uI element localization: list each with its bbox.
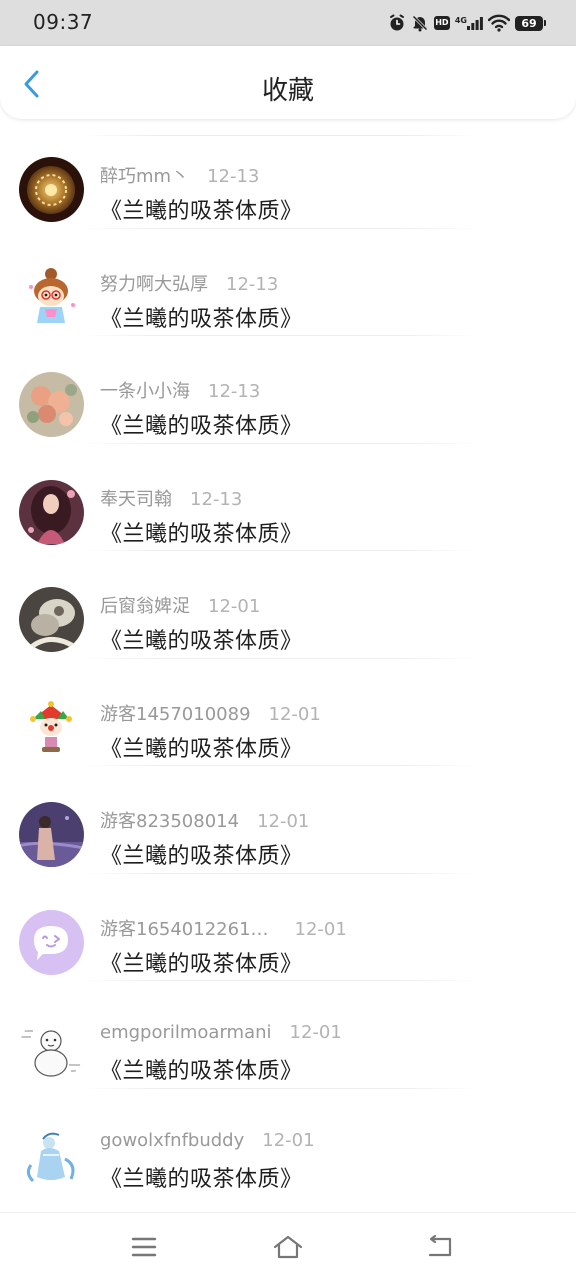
battery-icon: 69 <box>515 15 546 31</box>
page-title: 收藏 <box>261 76 314 106</box>
item-date: 12-01 <box>257 811 310 832</box>
username-text: 醉巧mm丶 <box>100 166 190 187</box>
list-item[interactable]: gowolxfnfbuddy 12-01 《兰曦的吸茶体质》 <box>0 1088 576 1196</box>
avatar[interactable] <box>19 694 84 760</box>
avatar[interactable] <box>19 1017 84 1082</box>
avatar[interactable] <box>19 1124 84 1190</box>
item-date: 12-13 <box>190 488 243 510</box>
avatar[interactable] <box>19 372 84 437</box>
item-date: 12-01 <box>294 918 347 940</box>
network-type: 4G <box>454 16 467 25</box>
status-icons: HD 4G 69 <box>388 11 546 35</box>
username: 奉天司翰 12-13 <box>100 485 242 511</box>
item-title[interactable]: 《兰曦的吸茶体质》 <box>100 193 303 225</box>
item-title[interactable]: 《兰曦的吸茶体质》 <box>100 301 303 333</box>
list-item[interactable]: 后窗翁婢浞 12-01 《兰曦的吸茶体质》 <box>0 550 576 659</box>
signal-icon: 4G <box>455 16 483 30</box>
username: 游客1457010089 12-01 <box>100 700 321 726</box>
mute-icon <box>411 14 429 32</box>
username: 努力啊大弘厚 12-13 <box>100 270 278 296</box>
home-button[interactable] <box>268 1231 308 1263</box>
status-bar: 09:37 HD 4G 69 <box>0 0 576 46</box>
item-title[interactable]: 《兰曦的吸茶体质》 <box>100 731 303 763</box>
alarm-icon <box>388 14 406 32</box>
username: 游客823508014 12-01 <box>100 807 309 833</box>
wifi-icon <box>488 14 510 32</box>
item-date: 12-13 <box>208 381 261 402</box>
item-date: 12-13 <box>226 273 279 295</box>
item-title[interactable]: 《兰曦的吸茶体质》 <box>100 1053 303 1085</box>
back-nav-button[interactable] <box>420 1231 460 1263</box>
username-text: emgporilmoarmani <box>100 1022 272 1043</box>
battery-level: 69 <box>515 15 543 31</box>
home-icon <box>273 1235 303 1259</box>
list-item[interactable]: 奉天司翰 12-13 《兰曦的吸茶体质》 <box>0 443 576 551</box>
item-date: 12-01 <box>208 596 261 617</box>
username-text: 后窗翁婢浞 <box>100 596 190 617</box>
username: 后窗翁婢浞 12-01 <box>100 592 260 618</box>
list-item[interactable]: 游客823508014 12-01 《兰曦的吸茶体质》 <box>0 765 576 874</box>
navigation-bar <box>0 1212 576 1281</box>
avatar[interactable] <box>19 587 84 652</box>
username: 醉巧mm丶 12-13 <box>100 162 259 188</box>
menu-icon <box>131 1237 157 1257</box>
hd-icon: HD <box>433 16 450 30</box>
item-title[interactable]: 《兰曦的吸茶体质》 <box>100 1161 303 1193</box>
menu-button[interactable] <box>124 1231 164 1263</box>
avatar[interactable] <box>19 802 84 867</box>
avatar[interactable] <box>19 264 84 330</box>
username-text: 努力啊大弘厚 <box>100 273 208 295</box>
header: 收藏 <box>0 46 576 119</box>
item-date: 12-01 <box>268 703 321 725</box>
item-title[interactable]: 《兰曦的吸茶体质》 <box>100 623 303 655</box>
list-item[interactable]: emgporilmoarmani 12-01 《兰曦的吸茶体质》 <box>0 980 576 1089</box>
username-text: 游客823508014 <box>100 811 240 832</box>
item-date: 12-13 <box>207 166 260 187</box>
item-title[interactable]: 《兰曦的吸茶体质》 <box>100 516 303 548</box>
username: gowolxfnfbuddy 12-01 <box>100 1130 315 1151</box>
list-item[interactable]: 努力啊大弘厚 12-13 《兰曦的吸茶体质》 <box>0 228 576 336</box>
username: emgporilmoarmani 12-01 <box>100 1022 342 1043</box>
item-date: 12-01 <box>262 1129 315 1151</box>
item-title[interactable]: 《兰曦的吸茶体质》 <box>100 946 303 978</box>
avatar[interactable] <box>19 479 84 545</box>
username-text: 游客1457010089 <box>100 703 251 725</box>
avatar[interactable] <box>19 909 84 975</box>
list-item[interactable]: 醉巧mm丶 12-13 《兰曦的吸茶体质》 <box>0 120 576 229</box>
list-item[interactable]: 游客1654012261… 12-01 《兰曦的吸茶体质》 <box>0 873 576 981</box>
status-time: 09:37 <box>33 10 94 34</box>
avatar[interactable] <box>19 157 84 222</box>
item-title[interactable]: 《兰曦的吸茶体质》 <box>100 838 303 870</box>
username: 游客1654012261… 12-01 <box>100 915 347 941</box>
username-text: gowolxfnfbuddy <box>100 1129 245 1151</box>
list-item[interactable]: 游客1457010089 12-01 《兰曦的吸茶体质》 <box>0 658 576 766</box>
username: 一条小小海 12-13 <box>100 377 260 403</box>
back-icon <box>428 1235 452 1257</box>
list-item[interactable]: 一条小小海 12-13 《兰曦的吸茶体质》 <box>0 335 576 444</box>
username-text: 游客1654012261… <box>100 918 269 940</box>
item-title[interactable]: 《兰曦的吸茶体质》 <box>100 408 303 440</box>
item-date: 12-01 <box>289 1022 342 1043</box>
username-text: 奉天司翰 <box>100 488 172 510</box>
username-text: 一条小小海 <box>100 381 190 402</box>
